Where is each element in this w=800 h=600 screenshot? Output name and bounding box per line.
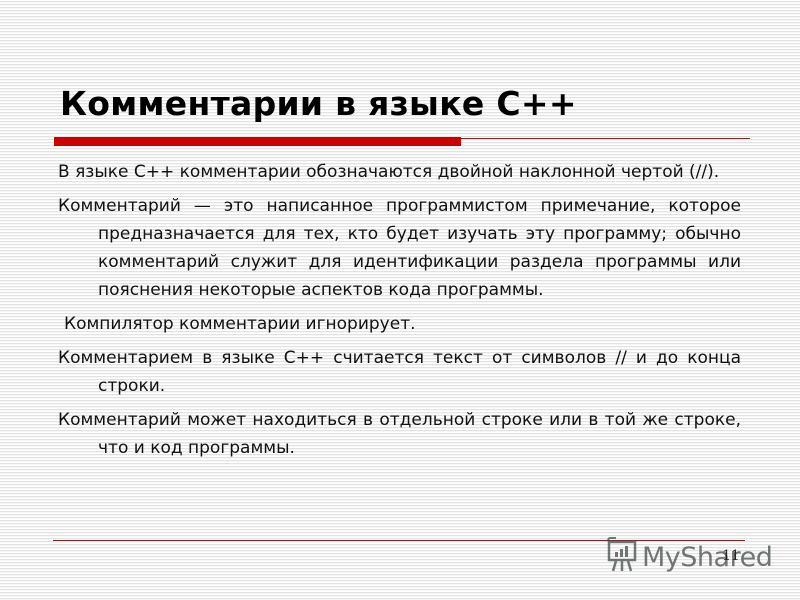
title-underline-rule	[461, 138, 750, 139]
watermark: MyShared	[606, 537, 773, 577]
paragraph-comment-definition: Комментарий — это написанное программист…	[58, 196, 741, 300]
paragraph-comment-syntax: В языке С++ комментарии обозначаются дво…	[58, 162, 720, 182]
title-underline-accent	[54, 137, 461, 146]
paragraph-comment-extent: Комментарием в языке С++ считается текст…	[58, 348, 741, 396]
presentation-board-icon	[606, 537, 638, 577]
watermark-text: MyShared	[642, 541, 773, 573]
page-number: 11	[722, 548, 740, 564]
paragraph-comment-placement: Комментарий может находиться в отдельной…	[58, 410, 741, 458]
slide-title: Комментарии в языке С++	[60, 84, 577, 123]
paragraph-compiler-ignores: Компилятор комментарии игнорирует.	[64, 314, 416, 334]
slide-body: В языке С++ комментарии обозначаются дво…	[58, 158, 741, 468]
